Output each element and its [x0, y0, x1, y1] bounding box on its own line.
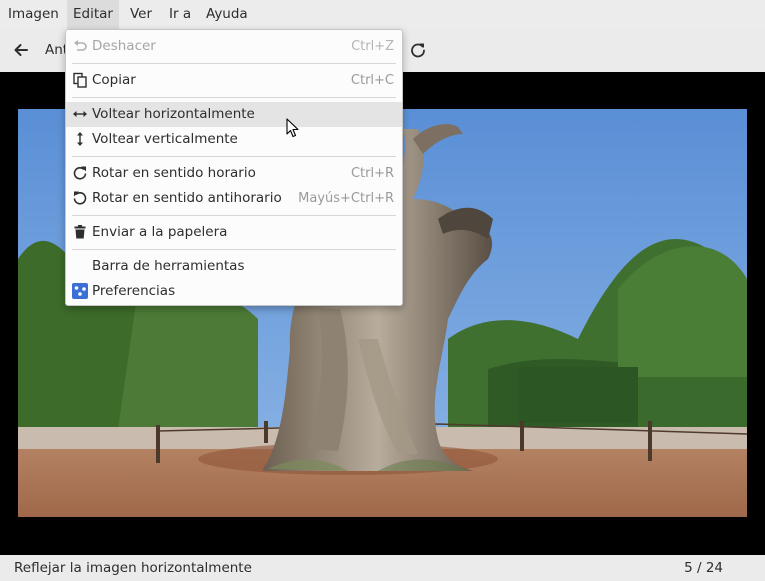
menu-imagen[interactable]: Imagen: [2, 0, 65, 29]
image-counter: 5 / 24: [684, 560, 723, 576]
menu-item-undo[interactable]: Deshacer Ctrl+Z: [66, 34, 402, 59]
trash-icon: [74, 225, 86, 239]
menu-item-rotate-ccw-shortcut: Mayús+Ctrl+R: [298, 191, 394, 206]
menu-separator: [72, 156, 396, 157]
menu-item-toolbar-label: Barra de herramientas: [92, 258, 245, 274]
status-message: Reflejar la imagen horizontalmente: [14, 560, 252, 576]
menu-separator: [72, 215, 396, 216]
menu-item-rotate-cw-shortcut: Ctrl+R: [350, 166, 394, 181]
menu-item-rotate-cw[interactable]: Rotar en sentido horario Ctrl+R: [66, 161, 402, 186]
menu-item-rotate-ccw[interactable]: Rotar en sentido antihorario Mayús+Ctrl+…: [66, 186, 402, 211]
menu-item-copy[interactable]: Copiar Ctrl+C: [66, 68, 402, 93]
statusbar: Reflejar la imagen horizontalmente 5 / 2…: [0, 555, 765, 581]
rotate-cw-icon: [73, 166, 87, 180]
mouse-cursor-icon: [286, 118, 299, 138]
rotate-ccw-icon: [73, 191, 87, 205]
edit-menu: Deshacer Ctrl+Z Copiar Ctrl+C Voltear ho…: [65, 29, 403, 306]
menu-item-copy-shortcut: Ctrl+C: [350, 73, 394, 88]
menu-item-flip-horizontal[interactable]: Voltear horizontalmente: [66, 102, 402, 127]
menu-separator: [72, 249, 396, 250]
menu-ayuda[interactable]: Ayuda: [200, 0, 254, 29]
menu-item-trash-label: Enviar a la papelera: [92, 224, 228, 240]
menu-item-flip-horizontal-label: Voltear horizontalmente: [92, 106, 255, 122]
menu-ir-a[interactable]: Ir a: [163, 0, 197, 29]
menubar: Imagen Editar Ver Ir a Ayuda: [0, 0, 765, 29]
flip-horizontal-icon: [73, 111, 87, 117]
menu-editar[interactable]: Editar: [67, 0, 119, 29]
menu-item-flip-vertical[interactable]: Voltear verticalmente: [66, 127, 402, 152]
menu-item-copy-label: Copiar: [92, 72, 136, 88]
menu-separator: [72, 97, 396, 98]
menu-item-undo-label: Deshacer: [92, 38, 156, 54]
menu-item-preferences-label: Preferencias: [92, 283, 176, 299]
copy-icon: [73, 72, 87, 88]
menu-item-preferences[interactable]: Preferencias: [66, 279, 402, 304]
preferences-icon: [72, 283, 88, 299]
menu-item-toolbar[interactable]: Barra de herramientas: [66, 254, 402, 279]
menu-item-rotate-ccw-label: Rotar en sentido antihorario: [92, 190, 282, 206]
undo-icon: [74, 40, 87, 51]
arrow-left-icon[interactable]: [12, 41, 30, 59]
flip-vertical-icon: [77, 132, 83, 146]
menu-separator: [72, 63, 396, 64]
menu-item-rotate-cw-label: Rotar en sentido horario: [92, 165, 256, 181]
menu-ver[interactable]: Ver: [124, 0, 158, 29]
menu-item-trash[interactable]: Enviar a la papelera: [66, 220, 402, 245]
menu-item-flip-vertical-label: Voltear verticalmente: [92, 131, 238, 147]
menu-item-undo-shortcut: Ctrl+Z: [351, 39, 394, 54]
rotate-icon[interactable]: [409, 41, 427, 59]
